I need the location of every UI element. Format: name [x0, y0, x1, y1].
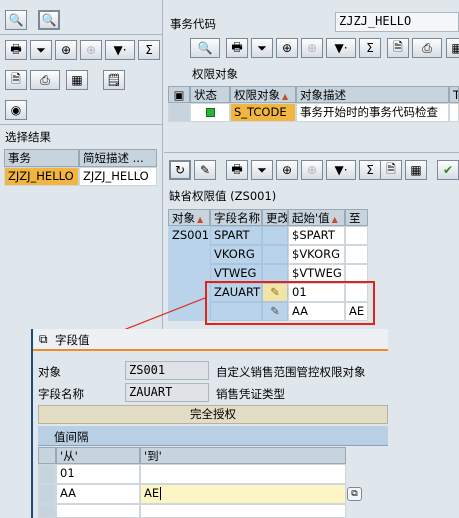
dialog-title-icon: ⧉ [39, 332, 48, 346]
field-values-dialog: ⧉ 字段值 对象 ZS001 自定义销售范围管控权限对象 字段名称 ZAUART… [31, 329, 388, 518]
interval-row-select[interactable] [38, 464, 56, 484]
interval-row-select[interactable] [38, 504, 56, 518]
interval-to-cell[interactable]: AE [140, 484, 346, 504]
dialog-obj-label: 对象 [38, 365, 61, 379]
dialog-title: 字段值 [55, 333, 90, 347]
interval-row-select[interactable] [38, 484, 56, 504]
dialog-title-bar: ⧉ 字段值 [33, 329, 388, 351]
dialog-obj-value: ZS001 [125, 361, 209, 380]
interval-to-value: AE [144, 486, 160, 500]
dialog-field-label: 字段名称 [38, 387, 84, 401]
value-help-button[interactable]: ⧉ [347, 487, 362, 501]
interval-from-cell[interactable] [56, 504, 140, 518]
dialog-obj-desc: 自定义销售范围管控权限对象 [216, 365, 366, 379]
text-cursor [160, 487, 162, 500]
interval-to-cell[interactable] [140, 464, 346, 484]
dialog-field-desc: 销售凭证类型 [216, 387, 285, 401]
full-auth-button[interactable]: 完全授权 [38, 405, 388, 424]
interval-from-cell[interactable]: 01 [56, 464, 140, 484]
interval-col-from[interactable]: '从' [56, 447, 140, 464]
dialog-field-value: ZAUART [125, 383, 209, 402]
interval-select-all[interactable] [38, 447, 56, 464]
interval-from-cell[interactable]: AA [56, 484, 140, 504]
interval-col-to[interactable]: '到' [140, 447, 346, 464]
interval-header: 值间隔 [38, 426, 388, 446]
interval-to-cell[interactable] [140, 504, 346, 518]
interval-title: 值间隔 [54, 430, 89, 444]
